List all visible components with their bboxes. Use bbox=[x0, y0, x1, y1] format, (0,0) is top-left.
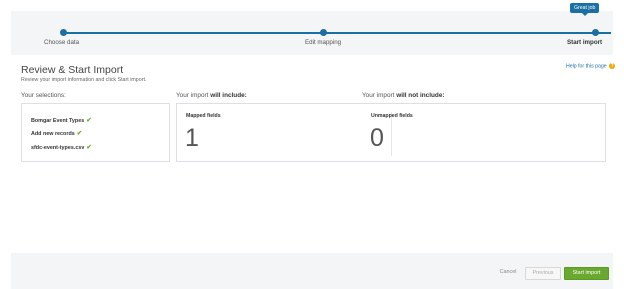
mapped-fields-label: Mapped fields bbox=[186, 113, 221, 119]
checkmark-icon: ✔ bbox=[76, 130, 83, 137]
selection-item: sfdc-event-types.csv ✔ bbox=[31, 143, 92, 151]
will-not-include-prefix: Your import bbox=[362, 92, 397, 99]
step-label-edit-mapping: Edit mapping bbox=[305, 39, 342, 46]
import-stepper: Choose data Edit mapping Start import bbox=[11, 11, 613, 55]
previous-button[interactable]: Previous bbox=[525, 267, 561, 280]
selection-item-label: sfdc-event-types.csv bbox=[31, 145, 85, 151]
step-dot-start-import bbox=[592, 29, 599, 36]
help-link-label[interactable]: Help for this page bbox=[566, 63, 607, 69]
import-summary-panel: Mapped fields 1 Unmapped fields 0 bbox=[176, 103, 606, 162]
cancel-button[interactable]: Cancel bbox=[497, 267, 519, 280]
selections-heading: Your selections: bbox=[21, 92, 66, 99]
will-include-heading: Your import will include: bbox=[176, 92, 247, 99]
checkmark-icon: ✔ bbox=[86, 144, 92, 151]
unmapped-fields-label: Unmapped fields bbox=[371, 113, 413, 119]
selection-item: Bomgar Event Types ✔ bbox=[31, 116, 92, 124]
selection-item-label: Add new records bbox=[31, 131, 75, 137]
page-title: Review & Start Import bbox=[21, 64, 124, 76]
selection-item: Add new records ✔ bbox=[31, 129, 82, 137]
will-not-include-heading: Your import will not include: bbox=[362, 92, 445, 99]
will-not-include-emphasis: will not include: bbox=[396, 92, 445, 99]
step-dot-choose-data bbox=[60, 29, 67, 36]
stepper-progress-line bbox=[63, 32, 611, 34]
checkmark-icon: ✔ bbox=[86, 117, 92, 124]
selections-panel: Bomgar Event Types ✔ Add new records ✔ sfd… bbox=[21, 103, 170, 162]
step-label-choose-data: Choose data bbox=[44, 39, 80, 46]
step-dot-edit-mapping bbox=[320, 29, 327, 36]
great-job-badge: Great job bbox=[570, 3, 600, 16]
footer-bar bbox=[11, 253, 613, 289]
selection-item-label: Bomgar Event Types bbox=[31, 118, 85, 124]
mapped-fields-count: 1 bbox=[185, 124, 199, 152]
unmapped-fields-count: 0 bbox=[370, 124, 384, 152]
step-label-start-import: Start import bbox=[567, 39, 603, 46]
help-icon[interactable]: ? bbox=[609, 63, 616, 69]
start-import-button[interactable]: Start import bbox=[564, 267, 609, 280]
will-include-emphasis: will include: bbox=[210, 92, 247, 99]
will-include-prefix: Your import bbox=[176, 92, 211, 99]
help-link[interactable]: Help for this page ? bbox=[566, 63, 616, 69]
page-subtitle: Review your import information and click… bbox=[21, 77, 147, 83]
